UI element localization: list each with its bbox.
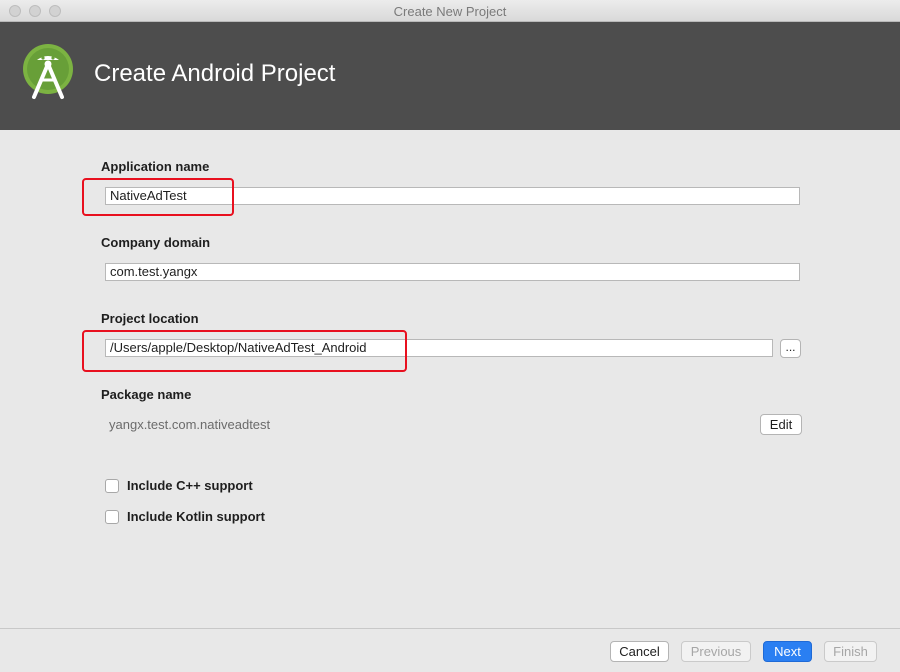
highlight-annotation-project-location [82, 330, 407, 372]
package-name-value: yangx.test.com.nativeadtest [109, 417, 271, 432]
cancel-button[interactable]: Cancel [610, 641, 669, 662]
window-title: Create New Project [393, 4, 507, 19]
wizard-header: Create Android Project [0, 22, 900, 130]
browse-location-button[interactable]: ... [780, 339, 801, 358]
include-cpp-label[interactable]: Include C++ support [127, 478, 253, 493]
android-studio-logo-icon [19, 42, 79, 104]
finish-button[interactable]: Finish [824, 641, 877, 662]
previous-button[interactable]: Previous [681, 641, 751, 662]
highlight-annotation-application-name [82, 178, 234, 216]
include-kotlin-checkbox-row[interactable]: Include Kotlin support [105, 509, 285, 525]
next-button[interactable]: Next [763, 641, 812, 662]
include-kotlin-label[interactable]: Include Kotlin support [127, 509, 265, 524]
application-name-label: Application name [101, 159, 210, 174]
include-cpp-checkbox[interactable] [105, 479, 119, 493]
company-domain-input[interactable]: com.test.yangx [105, 263, 800, 281]
include-kotlin-checkbox[interactable] [105, 510, 119, 524]
include-cpp-checkbox-row[interactable]: Include C++ support [105, 478, 275, 494]
page-title: Create Android Project [94, 60, 336, 87]
edit-package-button[interactable]: Edit [760, 414, 802, 435]
window-titlebar: Create New Project [0, 0, 900, 22]
package-name-label: Package name [101, 387, 192, 402]
company-domain-label: Company domain [101, 235, 211, 250]
wizard-footer: Cancel Previous Next Finish [0, 628, 900, 672]
project-location-label: Project location [101, 311, 199, 326]
